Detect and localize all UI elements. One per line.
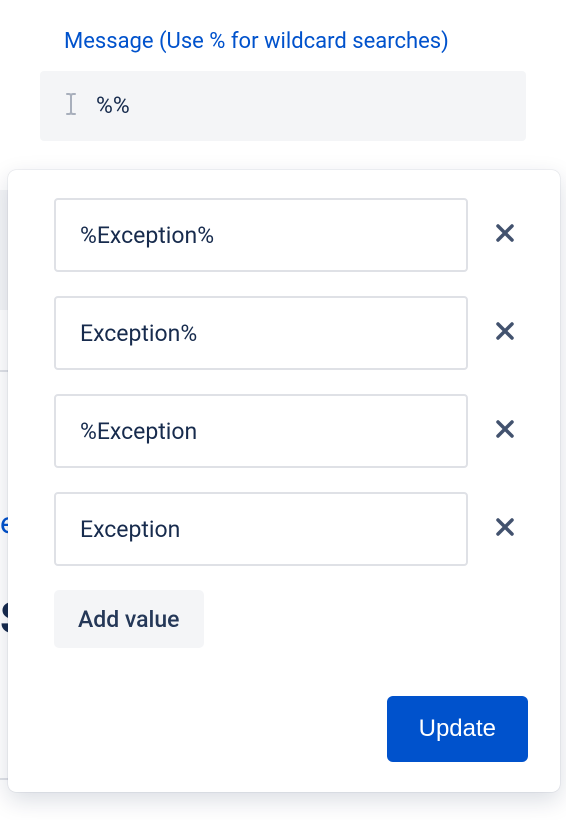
remove-value-button[interactable] <box>488 512 522 546</box>
add-value-button[interactable]: Add value <box>54 590 204 648</box>
close-icon <box>493 417 517 445</box>
message-search-value: %% <box>96 92 130 119</box>
remove-value-button[interactable] <box>488 414 522 448</box>
popover-footer: Update <box>54 696 528 762</box>
value-text: Exception% <box>80 320 197 347</box>
value-text: %Exception% <box>80 222 214 249</box>
message-field-label: Message (Use % for wildcard searches) <box>0 0 566 71</box>
close-icon <box>493 221 517 249</box>
close-icon <box>493 319 517 347</box>
value-input[interactable]: %Exception <box>54 394 468 468</box>
value-row: Exception <box>54 492 528 566</box>
value-row: %Exception% <box>54 198 528 272</box>
value-text: %Exception <box>80 418 197 445</box>
text-cursor-icon <box>64 93 78 119</box>
multi-value-editor-popover: %Exception% Exception% %Ex <box>8 170 560 792</box>
value-input[interactable]: Exception% <box>54 296 468 370</box>
value-input[interactable]: Exception <box>54 492 468 566</box>
value-input[interactable]: %Exception% <box>54 198 468 272</box>
close-icon <box>493 515 517 543</box>
value-text: Exception <box>80 516 180 543</box>
remove-value-button[interactable] <box>488 218 522 252</box>
message-search-input[interactable]: %% <box>40 71 526 141</box>
add-value-label: Add value <box>78 606 180 633</box>
update-button-label: Update <box>419 715 496 743</box>
value-row: %Exception <box>54 394 528 468</box>
update-button[interactable]: Update <box>387 696 528 762</box>
value-row: Exception% <box>54 296 528 370</box>
remove-value-button[interactable] <box>488 316 522 350</box>
